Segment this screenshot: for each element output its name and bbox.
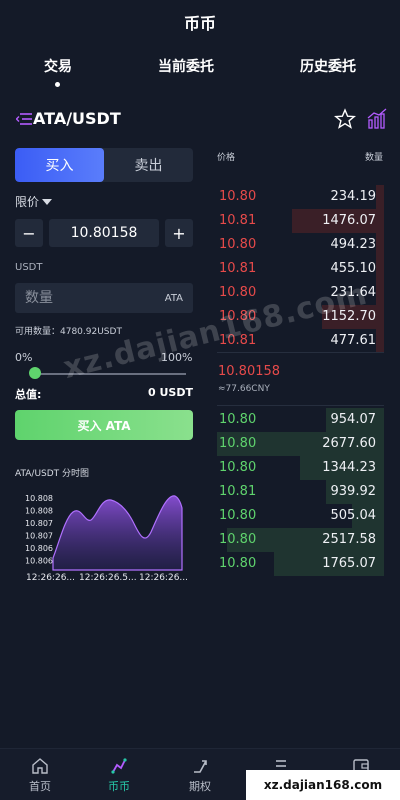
available-balance: 可用数量：4780.92USDT: [15, 327, 122, 337]
nav-home[interactable]: 首页: [15, 757, 65, 797]
divider: [217, 352, 384, 353]
nav-home-label: 首页: [29, 780, 51, 793]
order-price: 10.80: [219, 285, 257, 300]
order-qty: 939.92: [330, 484, 377, 499]
orderbook-qty-header: 数量: [365, 153, 384, 163]
nav-options[interactable]: 期权: [175, 757, 225, 797]
last-price: 10.80158: [218, 364, 281, 379]
price-input[interactable]: [49, 219, 159, 247]
order-qty: 455.10: [330, 261, 377, 276]
y-tick-label: 10.807: [25, 519, 53, 528]
buy-tab[interactable]: 买入: [15, 148, 104, 182]
order-price: 10.80: [219, 508, 257, 523]
tab-bar: 交易 当前委托 历史委托: [0, 56, 400, 92]
order-qty: 1344.23: [322, 460, 376, 475]
price-decrease-button[interactable]: −: [15, 219, 43, 247]
order-price: 10.81: [219, 213, 257, 228]
bid-row[interactable]: 10.80 1765.07: [217, 552, 384, 576]
quantity-input[interactable]: [25, 283, 145, 313]
mini-chart-title: ATA/USDT 分时图: [15, 469, 90, 479]
order-price: 10.80: [219, 189, 257, 204]
sell-tab[interactable]: 卖出: [104, 148, 193, 182]
order-price: 10.80: [219, 237, 257, 252]
bid-row[interactable]: 10.80 505.04: [217, 504, 384, 528]
nav-coin-trade-label: 币币: [108, 780, 130, 793]
ask-row[interactable]: 10.80 234.19: [217, 185, 384, 209]
depth-bar: [376, 329, 384, 353]
order-price: 10.80: [219, 436, 257, 451]
last-price-cny: ≈77.66CNY: [218, 384, 270, 394]
tab-open-orders[interactable]: 当前委托: [158, 56, 214, 76]
menu-icon[interactable]: [16, 112, 32, 126]
caret-down-icon: [42, 199, 53, 205]
buy-sell-toggle: 买入 卖出: [15, 148, 193, 182]
x-tick-label: 12:26:26...: [139, 573, 188, 583]
total-label: 总值:: [15, 388, 42, 401]
order-price: 10.80: [219, 460, 257, 475]
price-unit-label: USDT: [15, 262, 43, 273]
slider-min-label: 0%: [15, 351, 33, 364]
chart-icon[interactable]: [366, 108, 388, 130]
order-qty: 954.07: [330, 412, 377, 427]
order-qty: 1765.07: [322, 556, 376, 571]
order-price: 10.80: [219, 532, 257, 547]
mini-chart-area: [52, 495, 183, 571]
nav-coin-trade[interactable]: 币币: [94, 757, 144, 797]
order-price: 10.81: [219, 261, 257, 276]
order-price: 10.80: [219, 556, 257, 571]
order-price: 10.81: [219, 484, 257, 499]
price-stepper: − +: [15, 219, 193, 247]
ask-row[interactable]: 10.81 1476.07: [217, 209, 384, 233]
order-qty: 494.23: [330, 237, 377, 252]
x-tick-label: 12:26:26...: [26, 573, 75, 583]
y-tick-label: 10.808: [25, 494, 53, 503]
order-qty: 2677.60: [322, 436, 376, 451]
y-tick-label: 10.806: [25, 544, 53, 553]
divider: [217, 405, 384, 406]
page-title: 币币: [183, 14, 216, 33]
bid-row[interactable]: 10.80 1344.23: [217, 456, 384, 480]
order-qty: 234.19: [330, 189, 377, 204]
nav-options-label: 期权: [189, 780, 211, 793]
home-icon: [32, 758, 48, 774]
order-qty: 2517.58: [322, 532, 376, 547]
depth-bar: [376, 233, 384, 257]
y-tick-label: 10.806: [25, 557, 53, 566]
order-type-select[interactable]: 限价: [15, 193, 53, 210]
order-price: 10.80: [219, 412, 257, 427]
active-tab-indicator: [55, 82, 60, 87]
options-icon: [194, 760, 207, 773]
price-increase-button[interactable]: +: [165, 219, 193, 247]
tab-trade[interactable]: 交易: [44, 56, 72, 76]
coin-trade-icon: [111, 758, 127, 774]
orderbook-price-header: 价格: [217, 153, 236, 163]
depth-bar: [376, 257, 384, 281]
depth-bar: [376, 185, 384, 209]
quantity-field: ATA: [15, 283, 193, 313]
order-qty: 505.04: [330, 508, 377, 523]
bid-row[interactable]: 10.81 939.92: [217, 480, 384, 504]
app-header: 币币: [0, 0, 400, 44]
depth-bar: [376, 281, 384, 305]
x-tick-label: 12:26:26.5...: [79, 573, 137, 583]
y-tick-label: 10.808: [25, 507, 53, 516]
quantity-unit: ATA: [164, 293, 183, 304]
bid-row[interactable]: 10.80 954.07: [217, 408, 384, 432]
bid-row[interactable]: 10.80 2517.58: [217, 528, 384, 552]
pair-name[interactable]: ATA/USDT: [33, 109, 121, 128]
star-icon[interactable]: [334, 108, 356, 130]
tab-order-history[interactable]: 历史委托: [300, 56, 356, 76]
order-qty: 1476.07: [322, 213, 376, 228]
bid-row[interactable]: 10.80 2677.60: [217, 432, 384, 456]
y-tick-label: 10.807: [25, 532, 53, 541]
ask-row[interactable]: 10.80 494.23: [217, 233, 384, 257]
order-qty: 477.61: [330, 333, 377, 348]
url-banner: xz.dajian168.com: [246, 770, 400, 800]
mini-price-chart: 10.808 10.808 10.807 10.807 10.806 10.806 12:…: [25, 494, 188, 583]
slider-thumb[interactable]: [29, 367, 41, 379]
pair-bar: ATA/USDT: [0, 106, 400, 134]
order-type-label: 限价: [15, 195, 40, 209]
buy-submit-button[interactable]: 买入 ATA: [15, 410, 193, 440]
total-value: 0 USDT: [148, 386, 193, 399]
